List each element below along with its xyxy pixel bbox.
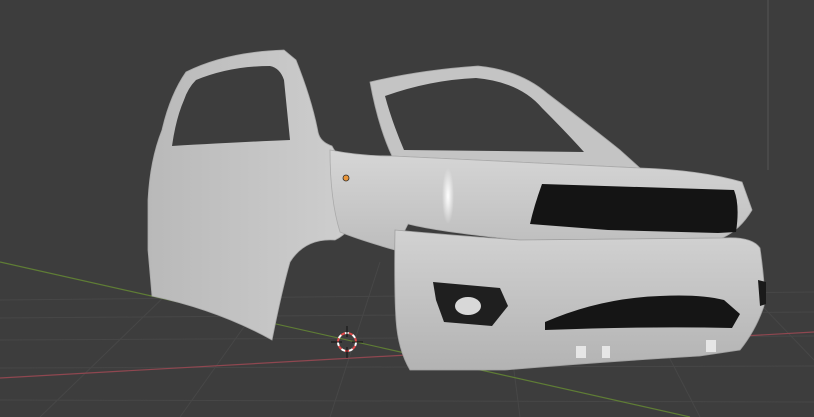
fog-light-lens <box>455 297 481 315</box>
skid-tab-3 <box>706 340 716 352</box>
object-origin-icon[interactable] <box>342 174 350 182</box>
3d-viewport[interactable] <box>0 0 814 417</box>
fender-highlight <box>442 168 454 224</box>
front-grille <box>530 184 738 233</box>
viewport-canvas[interactable] <box>0 0 814 417</box>
skid-tab-2 <box>602 346 610 358</box>
car-body-mesh[interactable] <box>147 49 766 371</box>
skid-tab-1 <box>576 346 586 358</box>
